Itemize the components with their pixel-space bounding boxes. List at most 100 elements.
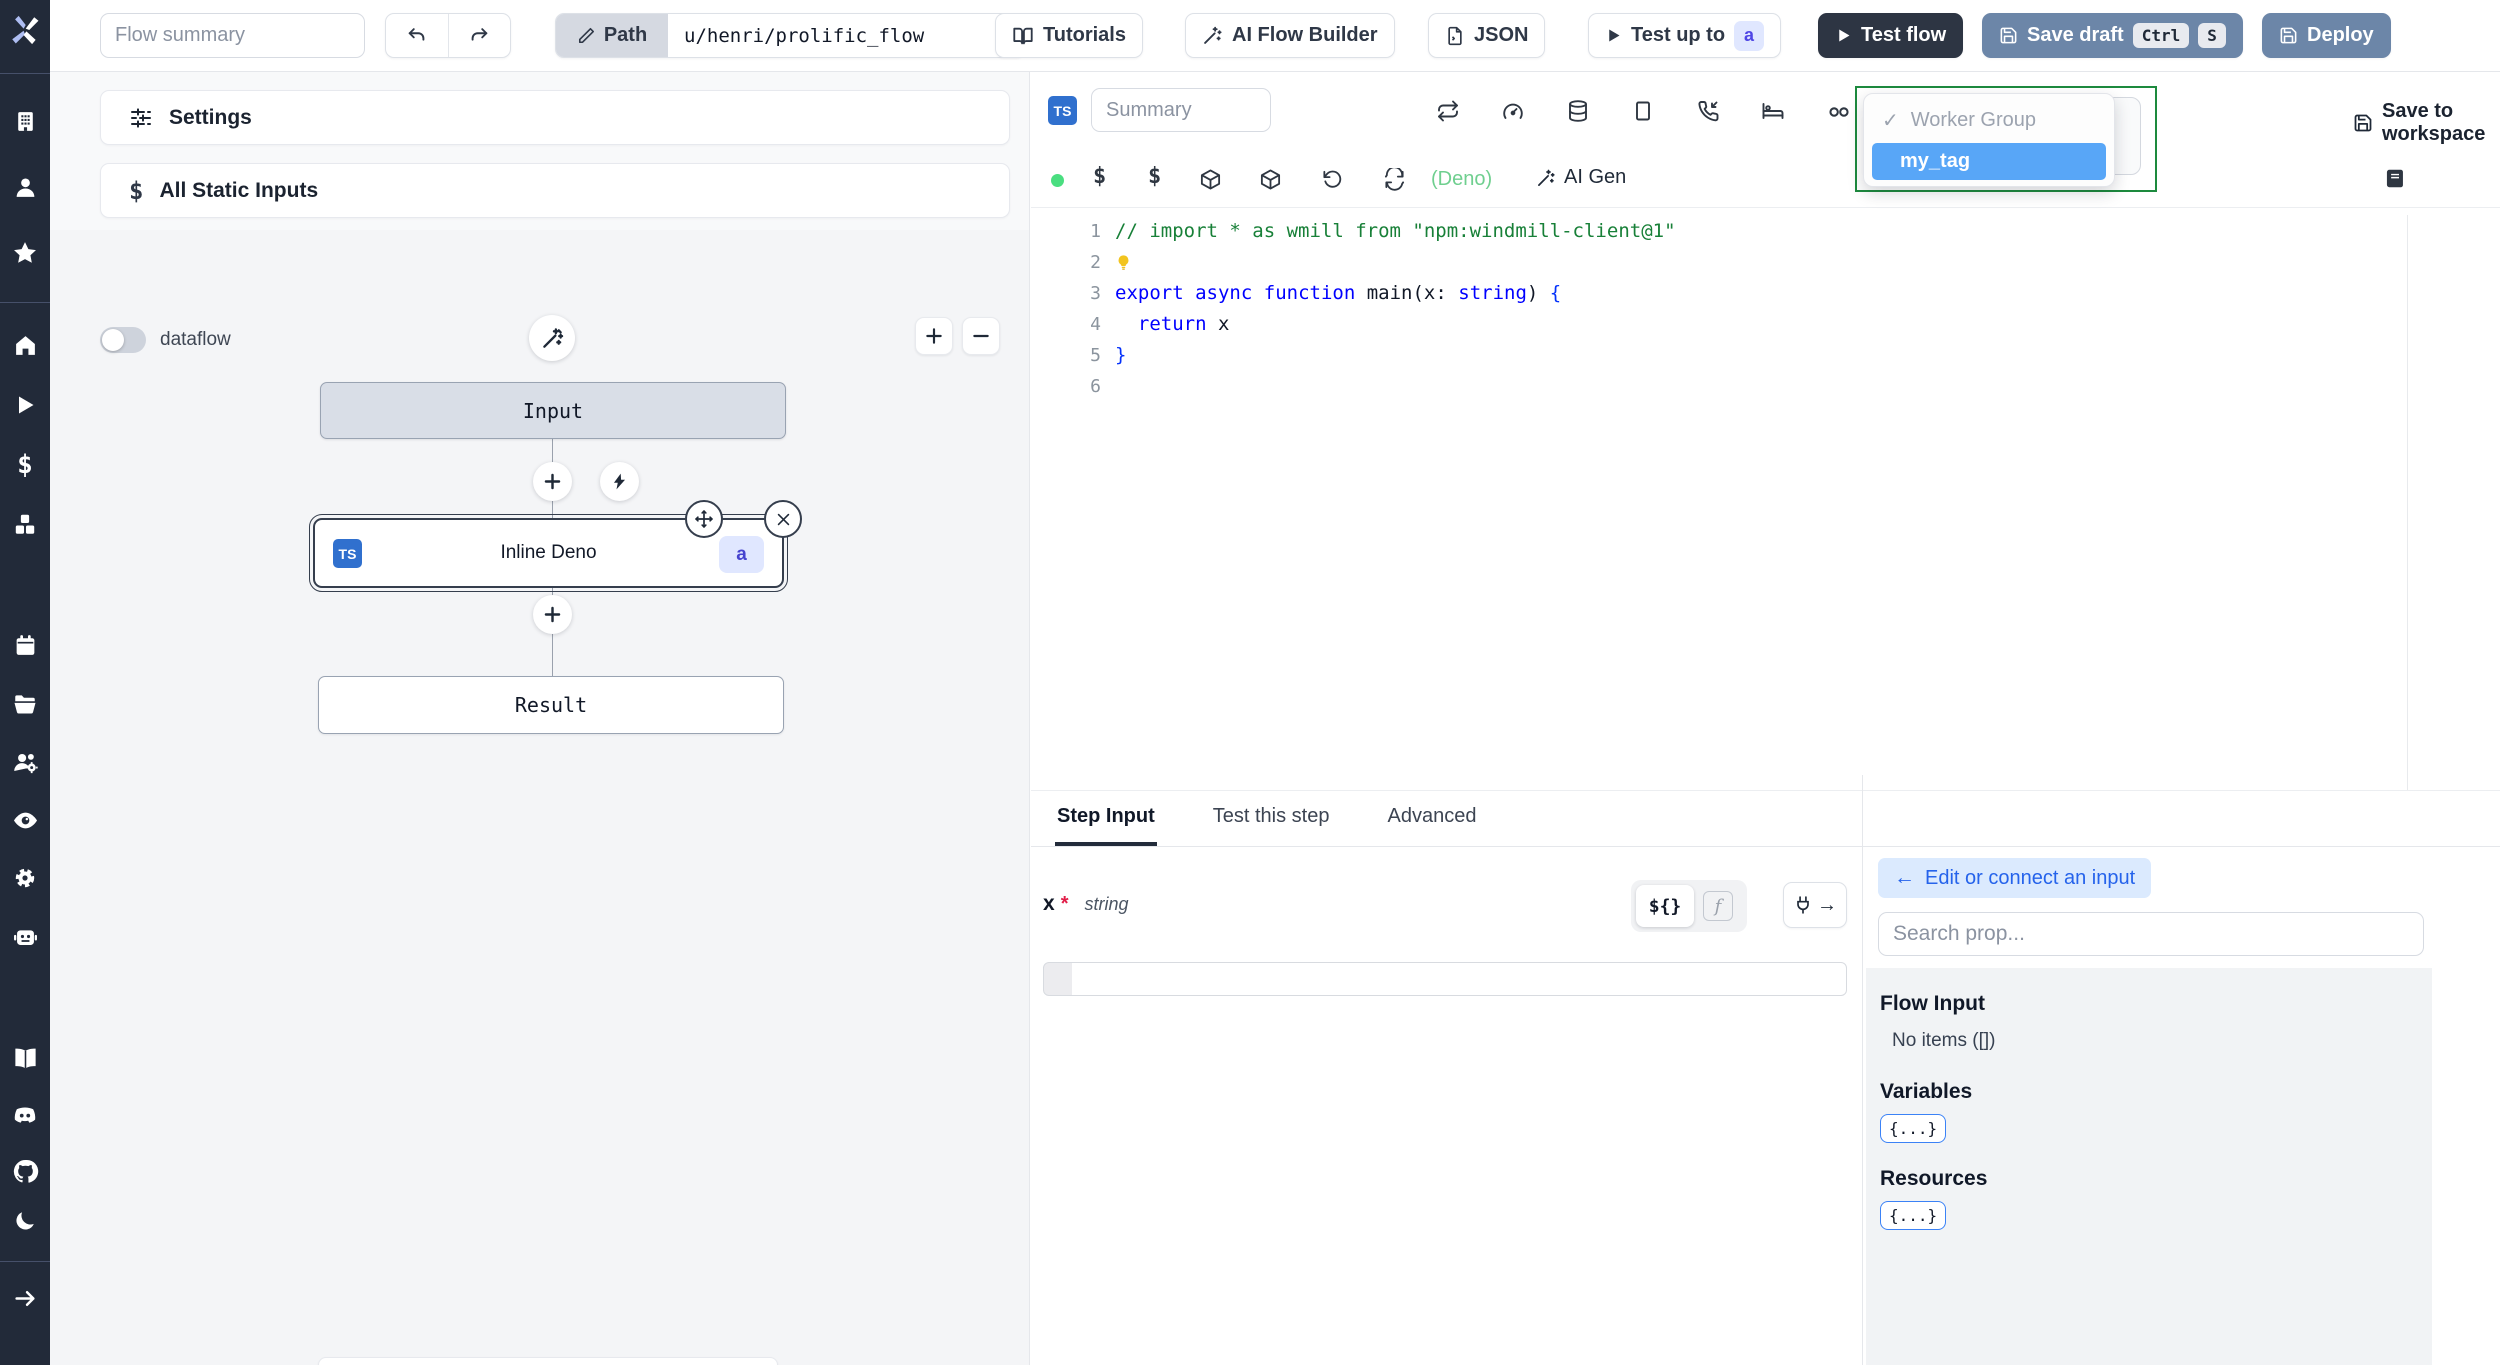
settings-gear-icon[interactable]: [0, 849, 50, 907]
resources-heading: Resources: [1880, 1167, 1988, 1190]
dataflow-label: dataflow: [160, 329, 231, 350]
variables-dollar-icon[interactable]: $: [1148, 164, 1161, 189]
ai-gen-button[interactable]: AI Gen: [1536, 166, 1626, 189]
save-icon: [1999, 26, 2018, 45]
input-node-label: Input: [522, 398, 584, 423]
all-static-inputs-button[interactable]: $ All Static Inputs: [100, 163, 1010, 218]
windmill-logo[interactable]: [0, 5, 50, 55]
code-lines[interactable]: // import * as wmill from "npm:windmill-…: [1115, 216, 1676, 402]
worker-group-option-my-tag[interactable]: my_tag: [1872, 143, 2106, 180]
folders-icon[interactable]: [0, 675, 50, 733]
script-library-icon[interactable]: [2385, 168, 2406, 189]
zoom-out-button[interactable]: [962, 317, 1000, 355]
workspace-icon[interactable]: [0, 88, 50, 154]
error-handler-node[interactable]: Error Handler: [318, 1357, 778, 1365]
arrow-left-icon: ←: [1894, 866, 1915, 889]
flow-input-heading: Flow Input: [1880, 992, 1985, 1015]
book-open-icon: [1012, 25, 1034, 47]
variables-dollar-icon[interactable]: $: [0, 435, 50, 495]
result-node-label: Result: [514, 693, 588, 717]
flow-node-input[interactable]: Input: [320, 382, 786, 439]
sleep-bed-icon[interactable]: [1761, 99, 1785, 123]
add-step-button[interactable]: [533, 462, 572, 501]
edit-or-connect-button[interactable]: ← Edit or connect an input: [1878, 858, 2152, 898]
save-draft-button[interactable]: Save draft Ctrl S: [1982, 13, 2243, 58]
check-icon: ✓: [1882, 110, 1899, 132]
ai-wand-button[interactable]: [529, 315, 575, 361]
dark-mode-moon-icon[interactable]: [0, 1197, 50, 1245]
field-value-input[interactable]: [1043, 962, 1847, 996]
zoom-in-button[interactable]: [915, 317, 953, 355]
github-icon[interactable]: [0, 1145, 50, 1197]
pencil-icon: [577, 26, 596, 45]
field-name: x: [1043, 892, 1055, 915]
code-gutter: 123456: [1090, 221, 1101, 397]
cache-database-icon[interactable]: [1566, 99, 1590, 123]
expr-mode-button[interactable]: ${}: [1636, 885, 1694, 927]
connect-input-plug-button[interactable]: →: [1783, 882, 1847, 928]
concurrency-gauge-icon[interactable]: [1501, 99, 1525, 123]
json-button[interactable]: JSON: [1428, 13, 1546, 58]
deploy-label: Deploy: [2307, 24, 2374, 46]
discord-icon[interactable]: [0, 1087, 50, 1145]
dataflow-toggle[interactable]: [100, 327, 146, 353]
add-step-button[interactable]: [533, 595, 572, 634]
loop-infinity-icon[interactable]: [1826, 99, 1852, 125]
add-trigger-bolt-button[interactable]: [600, 462, 639, 501]
resources-cubes-icon[interactable]: [0, 495, 50, 555]
suspend-phone-icon[interactable]: [1696, 99, 1720, 123]
schedules-calendar-icon[interactable]: [0, 615, 50, 675]
step-node-label: Inline Deno: [500, 542, 597, 563]
search-prop-input[interactable]: [1878, 912, 2424, 956]
path-button[interactable]: Path u/henri/prolific_flow: [555, 13, 1025, 58]
step-summary-input[interactable]: [1091, 88, 1271, 132]
worker-group-menu: ✓ Worker Group my_tag: [1863, 93, 2115, 187]
lightbulb-code-action-icon[interactable]: [1115, 247, 1132, 278]
runs-play-icon[interactable]: [0, 375, 50, 435]
undo-button[interactable]: [386, 14, 449, 57]
ai-robot-icon[interactable]: [0, 907, 50, 965]
fn-mode-button[interactable]: f: [1703, 891, 1733, 921]
docs-book-icon[interactable]: [0, 1029, 50, 1087]
reset-rotate-ccw-icon[interactable]: [1321, 168, 1344, 191]
path-value: u/henri/prolific_flow: [684, 24, 925, 47]
retry-icon[interactable]: [1436, 99, 1460, 123]
deploy-button[interactable]: Deploy: [2262, 13, 2391, 58]
user-icon[interactable]: [0, 154, 50, 220]
favorites-star-icon[interactable]: [0, 220, 50, 286]
package-icon[interactable]: [1199, 168, 1222, 191]
home-icon[interactable]: [0, 315, 50, 375]
test-up-to-button[interactable]: Test up to a: [1588, 13, 1782, 58]
json-label: JSON: [1474, 24, 1529, 46]
tutorials-button[interactable]: Tutorials: [995, 13, 1143, 58]
status-dot: [1051, 174, 1064, 187]
field-type: string: [1084, 894, 1129, 914]
typescript-badge: TS: [1048, 96, 1077, 125]
tab-test-this-step[interactable]: Test this step: [1211, 791, 1332, 846]
expand-rail-arrow-icon[interactable]: [0, 1268, 50, 1328]
flow-graph[interactable]: dataflow Input TS Inline Deno a Result: [50, 230, 1029, 1365]
flow-node-result[interactable]: Result: [318, 676, 784, 734]
tab-advanced[interactable]: Advanced: [1385, 791, 1478, 846]
flow-settings-button[interactable]: Settings: [100, 90, 1010, 145]
static-inputs-dollar-icon[interactable]: $: [1093, 164, 1106, 189]
tab-step-input[interactable]: Step Input: [1055, 791, 1157, 846]
audit-eye-icon[interactable]: [0, 791, 50, 849]
save-to-workspace-button[interactable]: Save to workspace: [2353, 100, 2500, 146]
variables-object-chip[interactable]: {...}: [1880, 1114, 1947, 1143]
groups-users-icon[interactable]: [0, 733, 50, 791]
ai-flow-builder-button[interactable]: AI Flow Builder: [1185, 13, 1395, 58]
refresh-icon[interactable]: [1383, 168, 1406, 191]
typescript-badge: TS: [333, 539, 362, 568]
package-icon[interactable]: [1259, 168, 1282, 191]
test-flow-button[interactable]: Test flow: [1818, 13, 1964, 58]
flow-summary-input[interactable]: [100, 13, 365, 58]
editor-right-border: [2407, 215, 2408, 790]
move-step-button[interactable]: [685, 500, 723, 538]
mock-square-icon[interactable]: [1631, 99, 1655, 123]
redo-button[interactable]: [449, 14, 511, 57]
resources-object-chip[interactable]: {...}: [1880, 1201, 1947, 1230]
delete-step-button[interactable]: [764, 500, 802, 538]
save-draft-label: Save draft: [2027, 24, 2124, 46]
topbar: Path u/henri/prolific_flow Tutorials AI …: [50, 0, 2500, 72]
